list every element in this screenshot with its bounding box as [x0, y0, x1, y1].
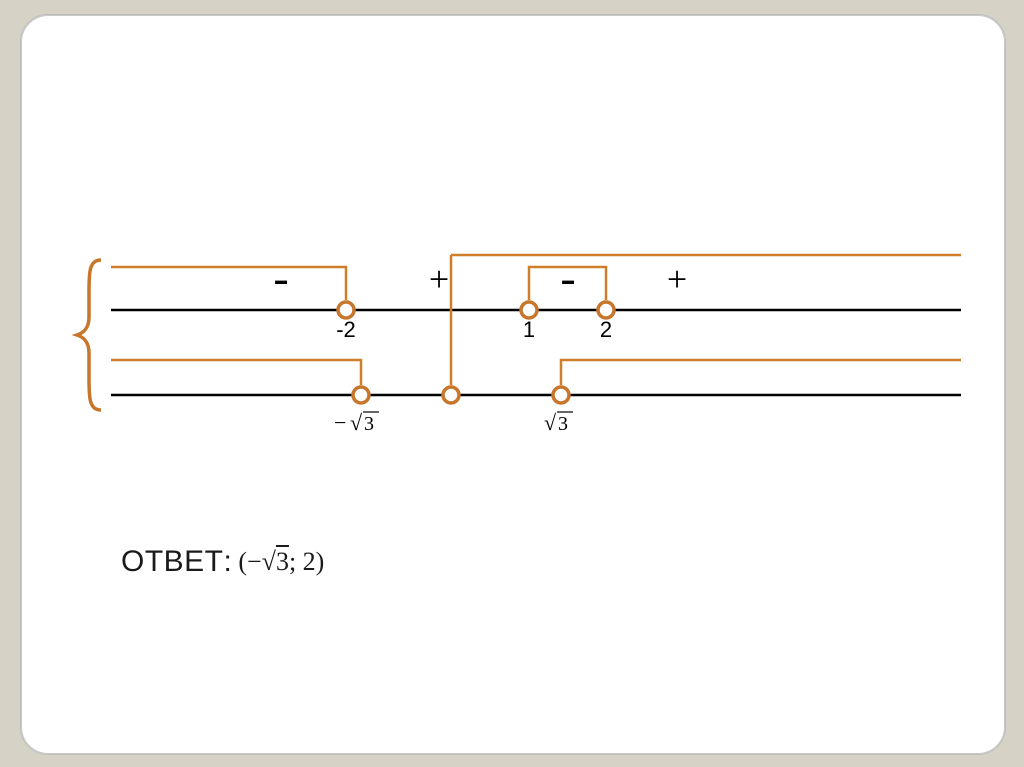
svg-text:3: 3: [558, 413, 568, 435]
open-circle: [338, 302, 354, 318]
open-circle: [521, 302, 537, 318]
answer-label: ОТВЕТ:: [121, 545, 232, 579]
open-circle: [353, 387, 369, 403]
answer-row: ОТВЕТ: (−√3; 2): [121, 545, 324, 579]
svg-text:√: √: [350, 410, 363, 435]
point-label: -2: [336, 317, 356, 342]
point-label: 1: [523, 317, 535, 342]
point-label: 2: [600, 317, 612, 342]
point-label: − √ 3: [334, 410, 379, 435]
slide-card: -2 1 2 - + - + − √ 3 √ 3: [20, 14, 1006, 755]
interval-bracket: [561, 360, 961, 385]
answer-value: (−√3; 2): [238, 547, 324, 577]
sign-label: +: [429, 259, 449, 299]
sign-label: +: [667, 259, 687, 299]
svg-text:√: √: [544, 410, 557, 435]
svg-text:3: 3: [364, 413, 374, 435]
point-label: √ 3: [544, 410, 573, 435]
svg-text:−: −: [334, 410, 346, 435]
open-circle: [553, 387, 569, 403]
sign-label: -: [560, 252, 575, 303]
open-circle: [443, 387, 459, 403]
number-line-diagram: -2 1 2 - + - + − √ 3 √ 3: [21, 15, 1005, 754]
sign-label: -: [273, 252, 288, 303]
brace-icon: [77, 260, 101, 410]
open-circle: [598, 302, 614, 318]
interval-bracket: [111, 267, 346, 300]
interval-bracket: [111, 360, 361, 385]
